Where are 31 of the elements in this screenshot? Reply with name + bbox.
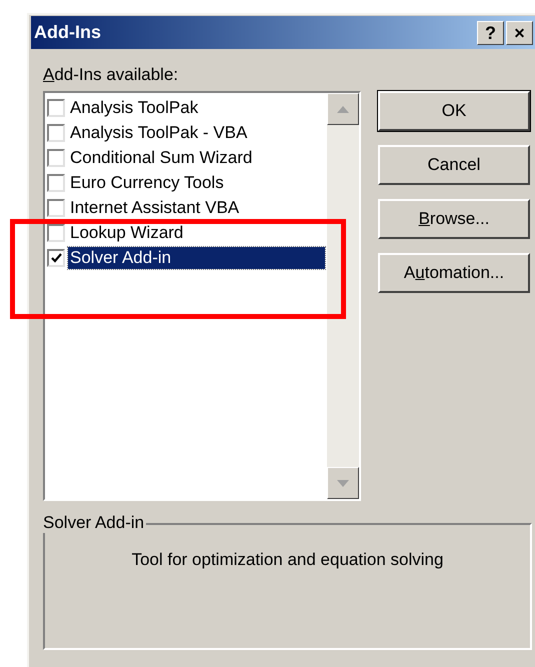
help-button[interactable]: ?: [477, 20, 504, 44]
scroll-up-button[interactable]: [327, 93, 359, 125]
checkbox[interactable]: [47, 198, 65, 216]
list-item[interactable]: Lookup Wizard: [68, 222, 186, 244]
list-item[interactable]: Euro Currency Tools: [68, 172, 226, 194]
checkmark-icon: [50, 252, 62, 262]
dialog-button[interactable]: OK: [378, 91, 530, 131]
scrollbar[interactable]: [327, 93, 359, 499]
addins-list[interactable]: Analysis ToolPak Analysis ToolPak - VBA Conditional Sum Wizard Euro Currency Tools Internet Assistant VBA Lookup Wizard Solver Add-in: [43, 91, 361, 501]
checkbox[interactable]: [47, 174, 65, 192]
dialog-button[interactable]: Browse...: [378, 199, 530, 239]
checkbox[interactable]: [47, 248, 65, 266]
down-arrow-icon: [337, 480, 349, 486]
list-item[interactable]: Analysis ToolPak: [68, 96, 200, 118]
dialog-button[interactable]: Cancel: [378, 145, 530, 185]
list-item[interactable]: Conditional Sum Wizard: [68, 146, 254, 168]
dialog-button[interactable]: Automation...: [378, 253, 530, 293]
up-arrow-icon: [337, 106, 349, 112]
list-item[interactable]: Solver Add-in: [68, 246, 325, 268]
checkbox[interactable]: [47, 224, 65, 242]
group-legend: Solver Add-in: [43, 513, 146, 533]
scroll-down-button[interactable]: [327, 467, 359, 499]
list-item[interactable]: Internet Assistant VBA: [68, 196, 242, 218]
window-title: Add-Ins: [34, 21, 101, 44]
checkbox[interactable]: [47, 148, 65, 166]
list-item[interactable]: Analysis ToolPak - VBA: [68, 122, 250, 144]
list-label: Add-Ins available:: [43, 65, 180, 85]
addin-description: Tool for optimization and equation solving: [132, 549, 444, 571]
checkbox[interactable]: [47, 124, 65, 142]
close-button[interactable]: ×: [506, 20, 533, 44]
checkbox[interactable]: [47, 98, 65, 116]
